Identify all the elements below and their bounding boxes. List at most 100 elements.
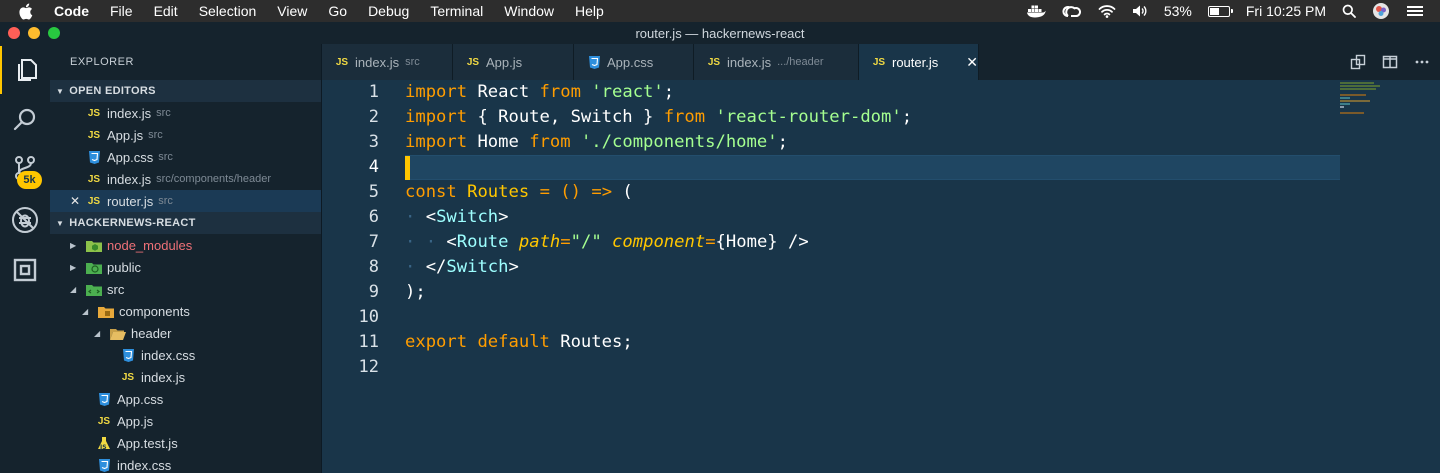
js-file-icon: JS xyxy=(707,56,721,68)
spotlight-search-icon[interactable] xyxy=(1342,4,1356,18)
menu-selection[interactable]: Selection xyxy=(199,3,257,19)
code-line[interactable]: import Home from './components/home'; xyxy=(405,130,1340,155)
extensions-icon[interactable] xyxy=(0,246,50,294)
file-path: src xyxy=(158,195,173,207)
code-line[interactable]: · <Switch> xyxy=(405,205,1340,230)
code-token: default xyxy=(477,332,550,352)
tree-item-file[interactable]: App.css xyxy=(50,388,321,410)
tree-item-file[interactable]: index.css xyxy=(50,454,321,473)
code-line[interactable] xyxy=(405,355,1340,380)
tree-item-file[interactable]: index.css xyxy=(50,344,321,366)
more-actions-icon[interactable] xyxy=(1414,54,1430,70)
menu-view[interactable]: View xyxy=(277,3,307,19)
tree-item-folder[interactable]: ◢ components xyxy=(50,300,321,322)
file-name: router.js xyxy=(107,193,154,209)
split-editor-icon[interactable] xyxy=(1382,54,1398,70)
menu-file[interactable]: File xyxy=(110,3,133,19)
minimap[interactable] xyxy=(1340,82,1380,115)
tree-item-file[interactable]: JS App.test.js xyxy=(50,432,321,454)
menu-app-name[interactable]: Code xyxy=(54,3,89,19)
code-line[interactable]: import { Route, Switch } from 'react-rou… xyxy=(405,105,1340,130)
tree-item-folder[interactable]: ▶ public xyxy=(50,256,321,278)
code-token: {Home} /> xyxy=(715,232,809,252)
mac-menu-bar: Code File Edit Selection View Go Debug T… xyxy=(0,0,1440,22)
src-folder-icon xyxy=(86,283,102,296)
menu-edit[interactable]: Edit xyxy=(154,3,178,19)
search-icon[interactable] xyxy=(0,96,50,144)
close-tab-icon[interactable]: ✕ xyxy=(966,54,978,71)
tab-router-js[interactable]: JS router.js ✕ xyxy=(859,44,979,80)
tree-item-folder[interactable]: ◢ header xyxy=(50,322,321,344)
file-name: index.js xyxy=(141,369,186,385)
tab-index-js[interactable]: JS index.js src xyxy=(322,44,453,80)
svg-text:JS: JS xyxy=(99,444,107,450)
file-name: index.js xyxy=(107,171,152,187)
code-token: ; xyxy=(663,82,675,102)
open-editors-header[interactable]: ▼ OPEN EDITORS xyxy=(50,80,321,102)
line-number: 12 xyxy=(358,357,379,377)
code-line[interactable]: · </Switch> xyxy=(405,255,1340,280)
open-editor-item-active[interactable]: ✕ JS router.js src xyxy=(50,190,321,212)
menu-list-icon[interactable] xyxy=(1406,4,1424,18)
line-number: 4 xyxy=(368,157,379,177)
tree-item-file[interactable]: JS App.js xyxy=(50,410,321,432)
open-editor-item[interactable]: JS index.js src/components/header xyxy=(50,168,321,190)
open-changes-icon[interactable] xyxy=(1350,54,1366,70)
code-line[interactable]: import React from 'react'; xyxy=(405,80,1340,105)
open-editor-item[interactable]: JS index.js src xyxy=(50,102,321,124)
close-window-button[interactable] xyxy=(8,27,20,39)
code-token: const xyxy=(405,182,457,202)
code-line[interactable]: const Routes = () => ( xyxy=(405,180,1340,205)
tree-item-folder[interactable]: ◢ src xyxy=(50,278,321,300)
tree-item-folder[interactable]: ▶ node_modules xyxy=(50,234,321,256)
menu-help[interactable]: Help xyxy=(575,3,604,19)
tree-item-file[interactable]: JS index.js xyxy=(50,366,321,388)
code-token: Route xyxy=(456,232,509,252)
file-name: App.test.js xyxy=(117,435,178,451)
code-token: Switch xyxy=(446,257,509,277)
code-line[interactable] xyxy=(405,305,1340,330)
tab-header-index-js[interactable]: JS index.js .../header xyxy=(694,44,859,80)
file-name: index.css xyxy=(117,457,172,473)
creative-cloud-icon[interactable] xyxy=(1062,4,1082,18)
chevron-right-icon: ▶ xyxy=(70,262,77,272)
test-file-icon: JS xyxy=(96,436,112,450)
apple-icon[interactable] xyxy=(18,3,38,20)
explorer-sidebar: EXPLORER ▼ OPEN EDITORS JS index.js src … xyxy=(50,44,322,473)
code-line[interactable]: ); xyxy=(405,280,1340,305)
window-title: router.js — hackernews-react xyxy=(635,25,805,41)
debug-icon[interactable] xyxy=(0,196,50,244)
user-avatar-icon[interactable] xyxy=(1372,2,1390,20)
code-token: ; xyxy=(901,107,913,127)
battery-icon[interactable] xyxy=(1207,5,1233,17)
file-name: App.css xyxy=(117,391,164,407)
clock[interactable]: Fri 10:25 PM xyxy=(1246,3,1326,19)
tab-app-css[interactable]: App.css xyxy=(574,44,694,80)
code-line[interactable]: · · <Route path="/" component={Home} /> xyxy=(405,230,1340,255)
menu-window[interactable]: Window xyxy=(504,3,554,19)
code-token: > xyxy=(498,207,509,227)
code-token: = xyxy=(705,232,716,252)
js-file-icon: JS xyxy=(87,195,101,207)
code-editor[interactable]: 1 2 3 4 5 6 7 8 9 10 11 12 import React from 'react… xyxy=(322,80,1440,473)
code-lines[interactable]: import React from 'react'; import { Route… xyxy=(405,80,1340,380)
menu-debug[interactable]: Debug xyxy=(368,3,409,19)
menu-go[interactable]: Go xyxy=(328,3,347,19)
file-name: node_modules xyxy=(107,237,193,253)
zoom-window-button[interactable] xyxy=(48,27,60,39)
code-line[interactable]: export default Routes; xyxy=(405,330,1340,355)
code-line[interactable] xyxy=(405,155,1340,180)
open-editor-item[interactable]: JS App.js src xyxy=(50,124,321,146)
menu-extras: 53% Fri 10:25 PM xyxy=(1026,0,1440,22)
menu-terminal[interactable]: Terminal xyxy=(430,3,483,19)
volume-icon[interactable] xyxy=(1132,4,1148,18)
close-icon[interactable]: ✕ xyxy=(70,194,84,208)
docker-icon[interactable] xyxy=(1026,4,1046,18)
explorer-icon[interactable] xyxy=(0,46,50,94)
wifi-icon[interactable] xyxy=(1098,4,1116,18)
tab-app-js[interactable]: JS App.js xyxy=(453,44,574,80)
open-editor-item[interactable]: App.css src xyxy=(50,146,321,168)
minimize-window-button[interactable] xyxy=(28,27,40,39)
code-token: path xyxy=(518,232,561,252)
project-header[interactable]: ▼ HACKERNEWS-REACT xyxy=(50,212,321,234)
